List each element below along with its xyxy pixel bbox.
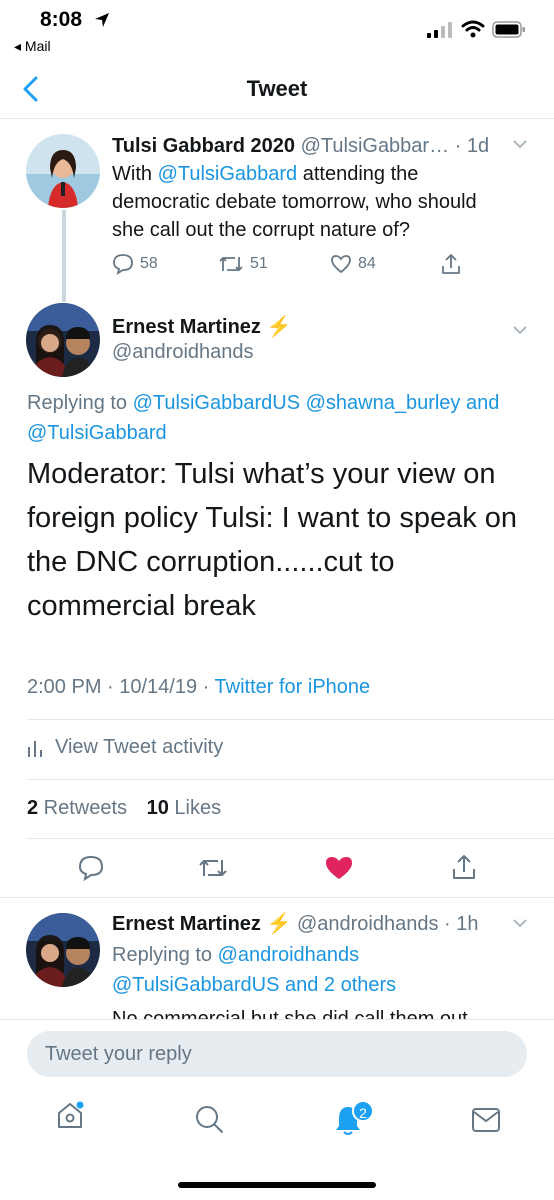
page-title: Tweet [246,76,308,101]
reply-tweet-header: Ernest Martinez ⚡ @androidhands · 1h [112,911,479,936]
lightning-emoji: ⚡ [266,316,292,338]
tweet-text-line: she call out the corrupt nature of? [112,219,410,241]
heart-icon [331,255,351,274]
reply-tweet-text-partial: No commercial but she did call them out [112,1005,532,1020]
share-icon[interactable] [440,252,462,276]
retweet-label: Retweets [38,797,128,819]
thread-connector-line [62,210,66,302]
like-count: 84 [358,255,376,272]
like-button[interactable]: 84 [330,253,376,275]
tweet-timestamp: 2:00 PM · 10/14/19 · Twitter for iPhone [27,676,370,699]
view-tweet-activity-button[interactable]: View Tweet activity [27,736,223,759]
engagement-counts: 2 Retweets 10 Likes [27,797,221,820]
avatar-tulsi[interactable] [26,134,100,208]
tweet-age: · 1d [454,135,490,157]
chevron-down-icon[interactable] [512,917,528,929]
author-handle[interactable]: @androidhands [297,913,439,935]
author-name[interactable]: Ernest Martinez [112,913,261,935]
like-label: Likes [168,797,222,819]
retweet-total: 2 [27,797,39,819]
mention-link[interactable]: @TulsiGabbard [158,163,298,185]
likes-stat[interactable]: 10 Likes [147,797,222,819]
author-handle[interactable]: @TulsiGabbar… [301,135,450,157]
reply-icon [113,254,133,275]
divider [27,838,554,839]
battery-icon [492,21,525,38]
home-icon[interactable] [55,1100,85,1130]
activity-bars-icon [28,740,42,757]
chevron-down-icon[interactable] [512,324,528,336]
activity-label: View Tweet activity [55,736,224,758]
tweet-text-pre: With [112,163,158,185]
back-to-mail-link[interactable]: ◂ Mail [14,38,51,55]
tweet-source-link[interactable]: Twitter for iPhone [215,676,371,698]
tweet-age: · 1h [444,913,479,935]
reply-icon[interactable] [78,855,104,881]
nav-divider [0,118,554,119]
main-tweet-header: Ernest Martinez ⚡ [112,314,291,339]
avatar-ernest-reply[interactable] [26,913,100,987]
retweet-icon [219,257,243,271]
tweet-header: Tulsi Gabbard 2020 @TulsiGabbar… · 1d [112,132,489,160]
home-indicator[interactable] [178,1182,376,1188]
divider [27,779,554,780]
tweet-text-rest: attending the [297,163,419,185]
retweets-stat[interactable]: 2 Retweets [27,797,127,819]
reply-placeholder: Tweet your reply [45,1042,192,1065]
divider [0,897,554,898]
replying-to: Replying to @TulsiGabbardUS @shawna_burl… [27,388,537,448]
tweet-reply-input[interactable]: Tweet your reply [27,1031,527,1077]
author-name[interactable]: Tulsi Gabbard 2020 [112,135,295,157]
replying-mention[interactable]: @androidhands [218,944,360,966]
tweet-text: With @TulsiGabbard attending the democra… [112,160,542,244]
retweet-count: 51 [250,255,268,272]
share-icon[interactable] [451,853,477,881]
tweet-text-line: democratic debate tomorrow, who should [112,191,477,213]
replying-mentions[interactable]: @TulsiGabbardUS @shawna_burley and [133,392,500,414]
wifi-icon [461,20,485,38]
location-arrow-icon [95,13,109,27]
replying-prefix: Replying to [112,944,218,966]
timestamp-text: 2:00 PM · 10/14/19 · [27,676,215,698]
heart-filled-icon[interactable] [325,855,353,881]
author-handle[interactable]: @androidhands [112,341,254,364]
divider [27,719,554,720]
like-total: 10 [146,797,169,819]
search-icon[interactable] [194,1104,224,1134]
replying-prefix: Replying to [27,392,133,414]
status-time: 8:08 [40,8,83,31]
author-name[interactable]: Ernest Martinez [112,316,261,338]
cellular-signal-icon [427,22,452,38]
notification-badge: 2 [352,1100,374,1122]
reply-replying-to: Replying to @androidhands @TulsiGabbardU… [112,940,396,1000]
messages-envelope-icon[interactable] [471,1107,501,1133]
chevron-down-icon[interactable] [512,138,528,150]
reply-button[interactable]: 58 [112,253,158,275]
compose-divider [0,1019,554,1020]
retweet-icon[interactable] [198,856,228,880]
avatar-ernest[interactable] [26,303,100,377]
lightning-emoji: ⚡ [266,913,292,935]
reply-count: 58 [140,255,158,272]
retweet-button[interactable]: 51 [218,253,268,275]
replying-mention[interactable]: @TulsiGabbard [27,418,537,448]
replying-mentions[interactable]: @TulsiGabbardUS and 2 others [112,970,396,1000]
main-tweet-text: Moderator: Tulsi what’s your view on for… [27,458,518,622]
